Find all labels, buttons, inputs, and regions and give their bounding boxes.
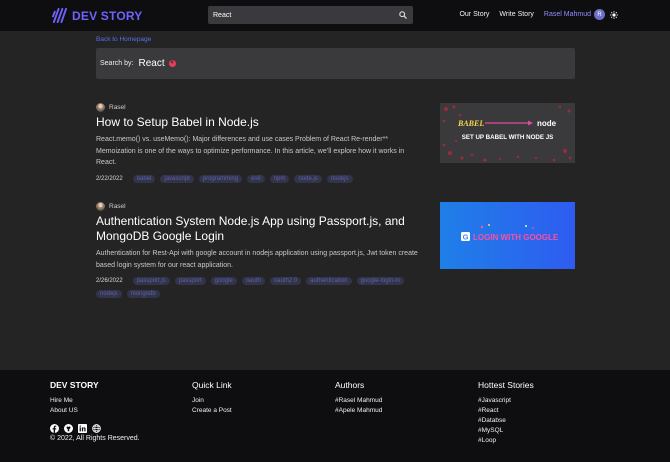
logo-mark-icon <box>52 8 67 23</box>
github-icon[interactable] <box>64 420 73 433</box>
author-name: Rasel <box>109 104 126 111</box>
post-description: Authentication for Rest-Api with google … <box>96 250 418 269</box>
search-by-label: Search by: <box>100 60 134 67</box>
post-date: 2/26/2022 <box>96 278 123 284</box>
post-thumbnail-google-login[interactable]: G LOGIN WITH GOOGLE <box>440 202 575 269</box>
tag[interactable]: oauth2.0 <box>269 277 302 285</box>
footer-hottest-link[interactable]: #MySQL <box>478 426 534 436</box>
nav-links: Our Story Write Story Rasel Mahmud R <box>459 9 618 20</box>
footer-authors-column: Authors #Rasel Mahmud #Apele Mahmud <box>335 380 382 416</box>
top-navbar: DEV STORY Our Story Write Story Rasel Ma… <box>0 0 670 31</box>
thumb-caption: LOGIN WITH GOOGLE <box>473 233 559 242</box>
author-avatar <box>96 103 105 112</box>
sun-icon[interactable] <box>610 10 618 19</box>
user-name[interactable]: Rasel Mahmud <box>544 11 591 18</box>
linkedin-icon[interactable] <box>78 420 87 433</box>
post-card: Rasel Authentication System Node.js App … <box>96 202 424 298</box>
thumb-node-word: node <box>537 119 557 128</box>
footer-brand-column: DEV STORY Hire Me About US © 2022, All R… <box>50 380 140 442</box>
post-card: Rasel How to Setup Babel in Node.js Reac… <box>96 103 416 183</box>
footer-author-link[interactable]: #Rasel Mahmud <box>335 396 382 406</box>
copyright: © 2022, All Rights Reserved. <box>50 435 140 442</box>
footer-hottest-link[interactable]: #Loop <box>478 436 534 446</box>
footer: DEV STORY Hire Me About US © 2022, All R… <box>0 370 670 462</box>
tag[interactable]: programming <box>198 174 243 183</box>
tag[interactable]: javascript <box>160 174 194 183</box>
post-author: Rasel <box>96 103 416 112</box>
author-avatar <box>96 202 105 211</box>
post-meta: 2/26/2022 passport.js passport google oa… <box>96 277 424 298</box>
tag[interactable]: es6 <box>247 174 265 183</box>
footer-link-create-post[interactable]: Create a Post <box>192 406 232 416</box>
footer-hottest-link[interactable]: #React <box>478 406 534 416</box>
search-by-panel: Search by: React × <box>96 48 575 79</box>
tag[interactable]: passport.js <box>132 277 170 285</box>
logo-text: DEV STORY <box>72 8 143 23</box>
footer-link-join[interactable]: Join <box>192 396 232 406</box>
footer-authors-title: Authors <box>335 380 365 390</box>
tag[interactable]: mongodb <box>126 290 160 298</box>
footer-link-about-us[interactable]: About US <box>50 406 140 416</box>
post-title[interactable]: How to Setup Babel in Node.js <box>96 115 416 130</box>
globe-icon[interactable] <box>92 420 101 433</box>
social-links <box>50 420 140 433</box>
footer-hottest-link[interactable]: #Databse <box>478 416 534 426</box>
footer-hottest-title: Hottest Stories <box>478 380 534 390</box>
tag[interactable]: passport <box>174 277 206 285</box>
logo-link[interactable]: DEV STORY <box>52 8 142 23</box>
author-name: Rasel <box>109 203 126 210</box>
search-bar <box>208 6 413 24</box>
tag[interactable]: npm <box>269 174 290 183</box>
search-term: React <box>138 58 165 69</box>
nav-our-story[interactable]: Our Story <box>459 11 489 18</box>
tag[interactable]: authentication <box>306 277 352 285</box>
thumb-babel-word: BABEL <box>457 119 484 128</box>
tag[interactable]: oauth <box>241 277 265 285</box>
footer-hottest-link[interactable]: #Javascript <box>478 396 534 406</box>
tag[interactable]: nodejs <box>326 174 353 183</box>
facebook-icon[interactable] <box>50 420 59 433</box>
post-description: React.memo() vs. useMemo(): Major differ… <box>96 136 405 166</box>
post-meta: 2/22/2022 babel javascript programming e… <box>96 174 416 183</box>
search-button[interactable] <box>395 7 411 23</box>
search-icon <box>399 11 407 19</box>
tag[interactable]: babel <box>132 174 156 183</box>
post-title[interactable]: Authentication System Node.js App using … <box>96 214 424 244</box>
search-input[interactable] <box>208 6 395 24</box>
footer-quick-link-column: Quick Link Join Create a Post <box>192 380 232 416</box>
tag[interactable]: google <box>210 277 237 285</box>
post-thumbnail-babel[interactable]: BABEL node SET UP BABEL WITH NODE JS <box>440 103 575 163</box>
back-to-homepage-link[interactable]: Back to Homepage <box>96 36 151 43</box>
footer-hottest-column: Hottest Stories #Javascript #React #Data… <box>478 380 534 446</box>
avatar[interactable]: R <box>594 9 605 20</box>
post-author: Rasel <box>96 202 424 211</box>
footer-author-link[interactable]: #Apele Mahmud <box>335 406 382 416</box>
footer-brand-title: DEV STORY <box>50 380 99 390</box>
thumb-caption: SET UP BABEL WITH NODE JS <box>462 134 554 141</box>
footer-quick-link-title: Quick Link <box>192 380 232 390</box>
tag[interactable]: google-login-in <box>356 277 404 285</box>
post-date: 2/22/2022 <box>96 175 123 182</box>
footer-link-hire-me[interactable]: Hire Me <box>50 396 140 406</box>
close-icon[interactable]: × <box>168 60 176 67</box>
nav-write-story[interactable]: Write Story <box>499 11 534 18</box>
tag[interactable]: nodejs <box>96 290 122 298</box>
tag[interactable]: node.js <box>294 174 322 183</box>
google-g-icon: G <box>463 233 469 242</box>
